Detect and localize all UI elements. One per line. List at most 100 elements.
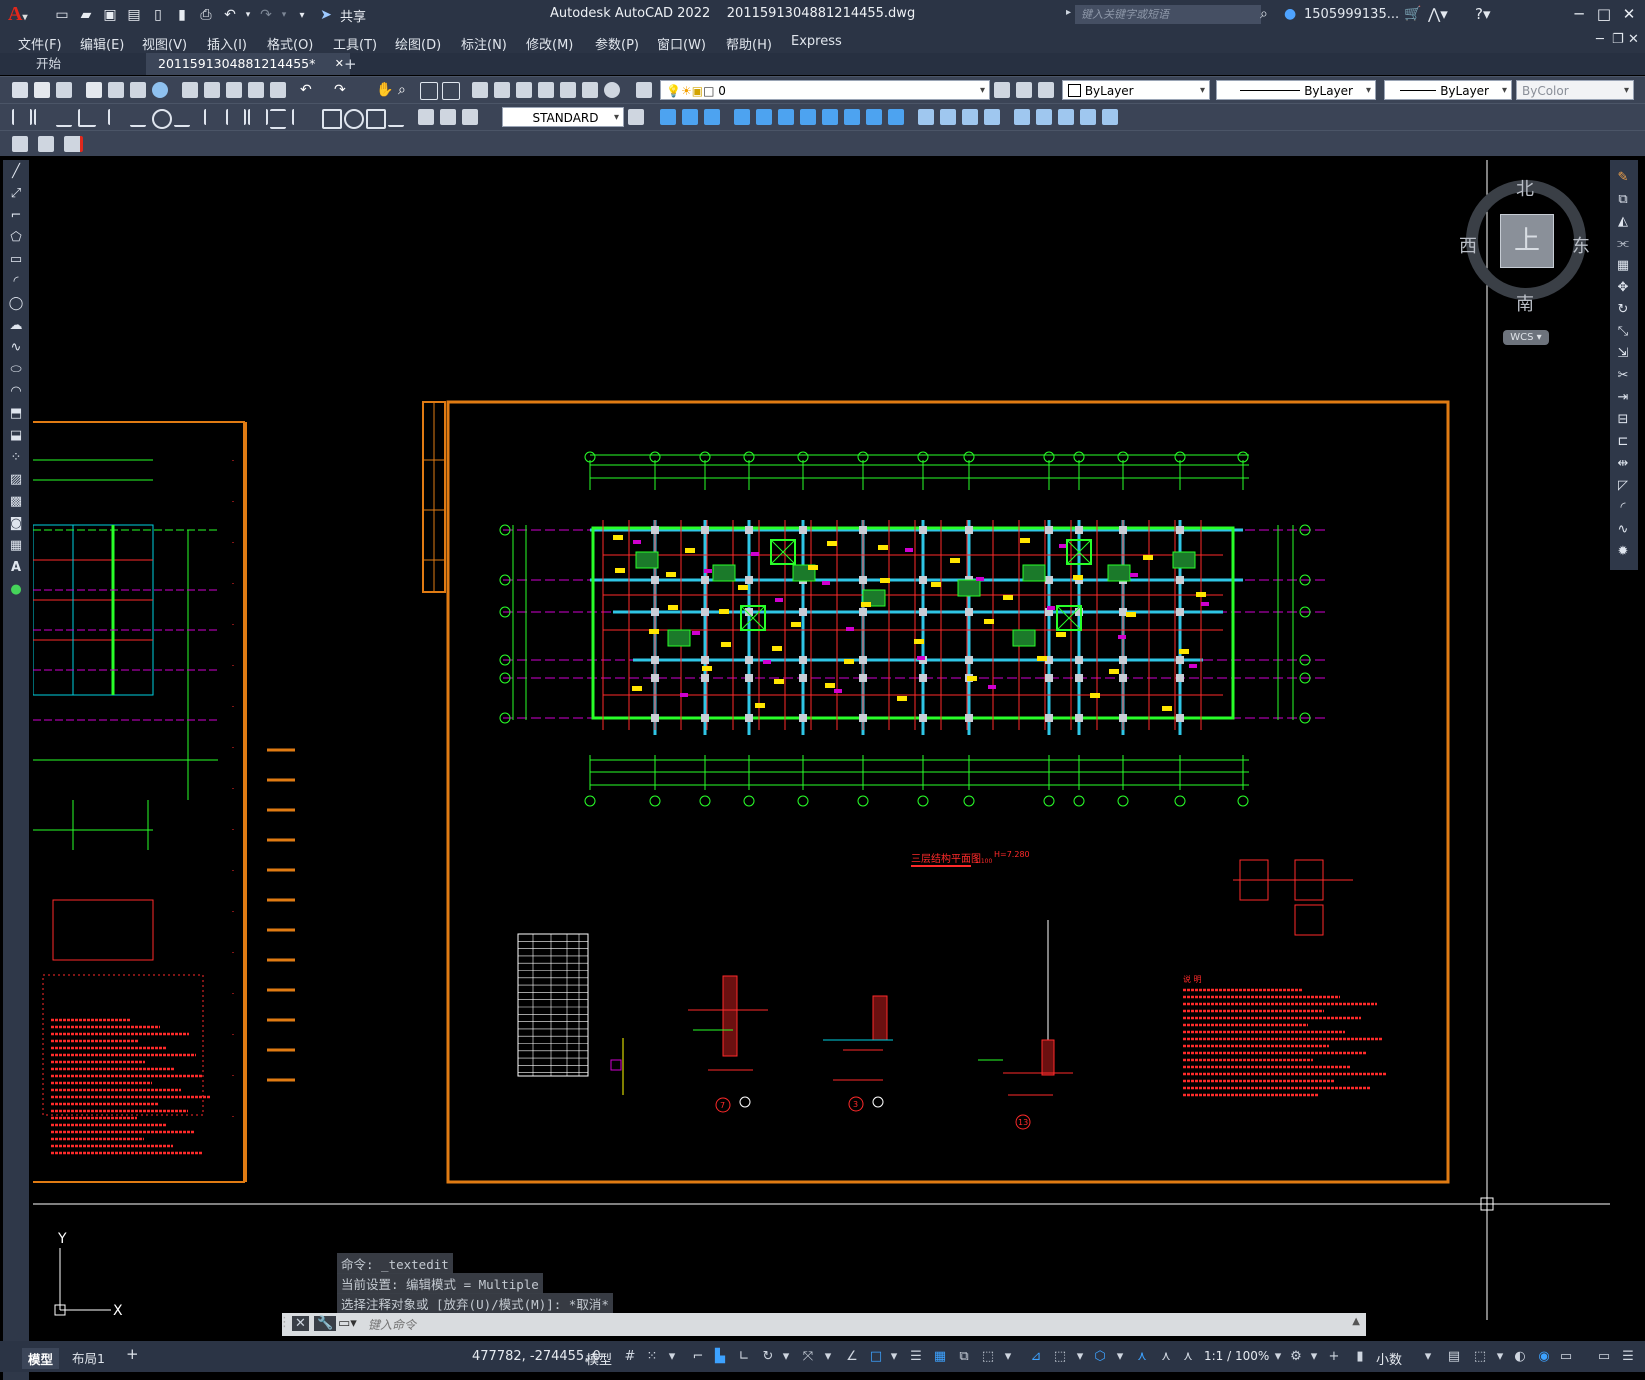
table-icon[interactable]: ▦ xyxy=(8,538,24,554)
extend-icon[interactable]: ⇥ xyxy=(1615,390,1631,406)
autocad-logo-icon[interactable]: A▾ xyxy=(8,3,27,26)
tool-palettes-icon[interactable] xyxy=(516,82,532,98)
save-as-icon[interactable]: ▤ xyxy=(124,6,144,24)
copy-icon[interactable] xyxy=(204,82,220,98)
open-icon[interactable]: ▰ xyxy=(76,6,96,24)
aligned-dimension-icon[interactable] xyxy=(34,109,52,125)
offset-faces-icon[interactable] xyxy=(962,109,978,125)
dim-style-manager-icon[interactable] xyxy=(628,109,644,125)
sheet-set-icon[interactable] xyxy=(538,82,554,98)
autodesk-a360-icon[interactable]: ⋀▾ xyxy=(1428,5,1448,23)
grid-icon[interactable]: # xyxy=(622,1349,638,1365)
layer-properties-icon[interactable] xyxy=(636,82,652,98)
break-icon[interactable]: ⊏ xyxy=(1615,434,1631,450)
command-grip-icon[interactable]: ⋮ xyxy=(278,1315,291,1330)
clean-screen-icon[interactable]: ▭ xyxy=(1558,1349,1574,1365)
model-tab[interactable]: 模型 xyxy=(22,1348,60,1369)
lock-ui-dropdown-icon[interactable]: ▾ xyxy=(1492,1349,1508,1365)
solid-cone-icon[interactable] xyxy=(704,109,720,125)
workspace-dropdown-icon[interactable]: ▾ xyxy=(1306,1349,1322,1365)
user-icon[interactable]: ● xyxy=(1284,6,1296,22)
multiline-text-icon[interactable]: A xyxy=(8,560,24,576)
command-input[interactable] xyxy=(366,1315,1360,1334)
fullscreen-icon[interactable]: ▭ xyxy=(1596,1349,1612,1365)
command-history-icon[interactable]: ▭▾ xyxy=(338,1316,357,1331)
cart-icon[interactable]: 🛒 xyxy=(1404,6,1421,22)
plotstyle-dropdown[interactable]: ByColor ▾ xyxy=(1516,80,1634,100)
chamfer-icon[interactable]: ◸ xyxy=(1615,478,1631,494)
object-snap-tracking-icon[interactable]: ∠ xyxy=(844,1349,860,1365)
infer-constraints-icon[interactable]: ⌐ xyxy=(690,1349,706,1365)
publish-icon[interactable] xyxy=(130,82,146,98)
polyline-icon[interactable]: ⌐ xyxy=(8,208,24,224)
share-label[interactable]: 共享 xyxy=(340,6,366,25)
doc-minimize-icon[interactable]: ─ xyxy=(1596,32,1604,47)
zoom-realtime-icon[interactable]: ⌕ xyxy=(398,82,414,98)
search-expand-icon[interactable]: ▸ xyxy=(1066,7,1071,18)
open-icon[interactable] xyxy=(34,82,50,98)
plot-preview-icon[interactable] xyxy=(108,82,124,98)
linear-dimension-icon[interactable] xyxy=(12,109,32,125)
selection-filter-dropdown-icon[interactable]: ▾ xyxy=(1072,1349,1088,1365)
undo-icon[interactable]: ↶ xyxy=(220,6,240,24)
baseline-icon[interactable] xyxy=(226,109,246,125)
union-icon[interactable] xyxy=(844,109,860,125)
annotation-scale-dropdown-icon[interactable]: ▾ xyxy=(1270,1349,1286,1365)
imprint-icon[interactable] xyxy=(1014,109,1030,125)
object-snap-icon[interactable]: □ xyxy=(868,1349,884,1365)
isolate-objects-icon[interactable]: ◐ xyxy=(1512,1349,1528,1365)
array-icon[interactable]: ▦ xyxy=(1615,258,1631,274)
slice-icon[interactable] xyxy=(778,109,794,125)
ortho-icon[interactable]: ∟ xyxy=(736,1349,752,1365)
menu-edit[interactable]: 编辑(E) xyxy=(80,34,124,53)
dim-update-icon[interactable] xyxy=(462,109,478,125)
dynamic-ucs-icon[interactable]: ⊿ xyxy=(1028,1349,1044,1365)
dynamic-input-icon[interactable]: ▙ xyxy=(712,1349,728,1365)
hatch-icon[interactable]: ▨ xyxy=(8,472,24,488)
explode-icon[interactable]: ✹ xyxy=(1615,544,1631,560)
selection-filter-icon[interactable]: ⬚ xyxy=(1052,1349,1068,1365)
3d-dwf-icon[interactable] xyxy=(152,82,168,98)
zoom-window-icon[interactable] xyxy=(420,82,438,100)
zoom-previous-icon[interactable] xyxy=(442,82,460,100)
solid-wedge-icon[interactable] xyxy=(682,109,698,125)
layer-states-icon[interactable] xyxy=(1038,82,1054,98)
undo-icon[interactable]: ↶ xyxy=(300,82,316,98)
redo-icon[interactable]: ↷ xyxy=(256,6,276,24)
open-web-icon[interactable]: ▯ xyxy=(148,6,168,24)
search-icon[interactable]: ⌕ xyxy=(1260,6,1268,22)
save-icon[interactable]: ▣ xyxy=(100,6,120,24)
stretch-icon[interactable]: ⇲ xyxy=(1615,346,1631,362)
close-block-icon[interactable] xyxy=(64,136,83,152)
join-icon[interactable]: ⇹ xyxy=(1615,456,1631,472)
make-block-icon[interactable]: ⬓ xyxy=(8,428,24,444)
polar-icon[interactable]: ↻ xyxy=(760,1349,776,1365)
viewcube-top[interactable]: 上 xyxy=(1500,214,1554,268)
menu-window[interactable]: 窗口(W) xyxy=(657,34,706,53)
share-icon[interactable]: ➤ xyxy=(316,6,336,24)
diameter-icon[interactable] xyxy=(152,109,172,129)
region-icon[interactable]: ◙ xyxy=(8,516,24,532)
help-icon[interactable] xyxy=(604,82,620,98)
check-icon[interactable] xyxy=(1102,109,1118,125)
redo-icon[interactable]: ↷ xyxy=(334,82,350,98)
add-layout-button[interactable]: + xyxy=(126,1345,139,1363)
quick-properties-icon[interactable]: ▤ xyxy=(1446,1349,1462,1365)
menu-insert[interactable]: 插入(I) xyxy=(207,34,247,53)
coordinates-readout[interactable]: 477782, -274455, 0 xyxy=(472,1349,601,1364)
layer-previous-icon[interactable] xyxy=(1016,82,1032,98)
ordinate-icon[interactable] xyxy=(78,109,96,127)
snap-dropdown-icon[interactable]: ▾ xyxy=(664,1349,680,1365)
command-expand-icon[interactable]: ▲ xyxy=(1352,1316,1360,1327)
shell-icon[interactable] xyxy=(1080,109,1096,125)
dim-style-dropdown[interactable]: STANDARD ▾ xyxy=(502,107,624,127)
search-input[interactable]: 键入关键字或短语 xyxy=(1075,5,1261,24)
quickcalc-icon[interactable] xyxy=(582,82,598,98)
help-icon[interactable]: ?▾ xyxy=(1475,5,1491,23)
close-command-icon[interactable]: ✕ xyxy=(292,1316,309,1331)
viewcube-north[interactable]: 北 xyxy=(1516,175,1534,201)
snap-icon[interactable]: ⁙ xyxy=(644,1349,660,1365)
doc-close-icon[interactable]: ✕ xyxy=(1628,32,1639,47)
jogged-linear-icon[interactable] xyxy=(388,109,404,127)
menu-tools[interactable]: 工具(T) xyxy=(333,34,377,53)
